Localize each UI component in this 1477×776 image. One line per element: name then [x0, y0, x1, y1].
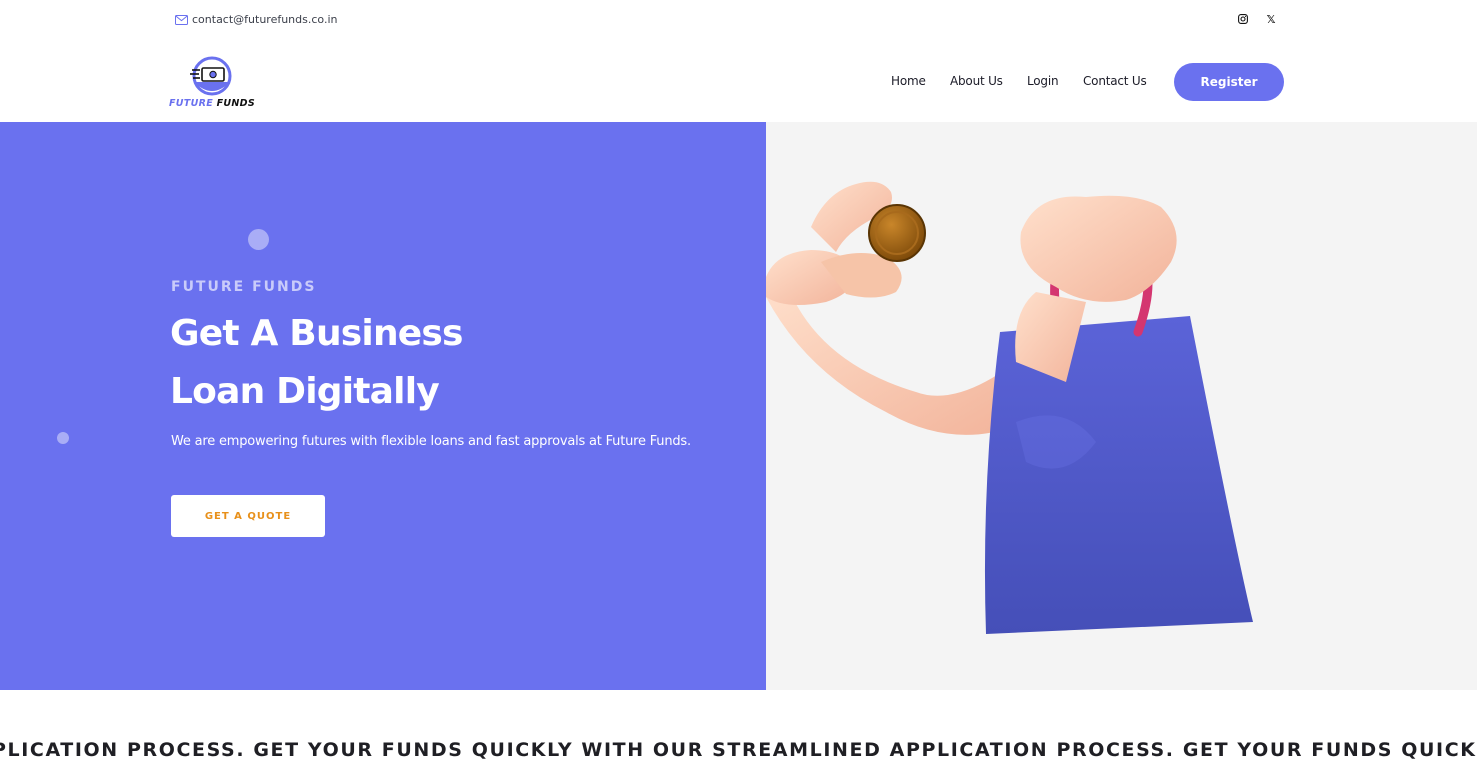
top-bar: contact@futurefunds.co.in 𝕏 — [0, 0, 1477, 41]
nav-link-about-us[interactable]: About Us — [950, 74, 1003, 88]
register-button[interactable]: Register — [1174, 63, 1284, 101]
instagram-icon[interactable] — [1236, 12, 1250, 26]
mail-icon — [175, 14, 188, 25]
hero-headline: Get A Business Loan Digitally — [170, 305, 590, 421]
hero-headline-line1: Get A Business — [170, 313, 463, 354]
hero-headline-line2: Loan Digitally — [170, 371, 440, 412]
contact-email-link[interactable]: contact@futurefunds.co.in — [175, 13, 337, 26]
decorative-dot — [57, 432, 69, 444]
main-navbar: FUTURE FUNDS Home About Us Login Contact… — [0, 41, 1477, 122]
decorative-dot — [248, 229, 269, 250]
nav-link-contact-us[interactable]: Contact Us — [1083, 74, 1147, 88]
logo-word-funds: FUNDS — [216, 98, 256, 109]
hero-content-panel: FUTURE FUNDS Get A Business Loan Digital… — [0, 122, 766, 690]
nav-link-login[interactable]: Login — [1027, 74, 1059, 88]
get-a-quote-button[interactable]: GET A QUOTE — [171, 495, 325, 537]
contact-email-text: contact@futurefunds.co.in — [192, 13, 338, 26]
hero-eyebrow: FUTURE FUNDS — [171, 279, 317, 295]
hero-image-panel — [766, 122, 1477, 690]
hero-subtext: We are empowering futures with flexible … — [171, 434, 691, 449]
nav-link-home[interactable]: Home — [891, 74, 926, 88]
logo-word-future: FUTURE — [169, 98, 214, 109]
logo-wordmark: FUTURE FUNDS — [169, 98, 255, 109]
hand-holding-coin-and-bag-illustration — [766, 181, 1253, 634]
x-icon[interactable]: 𝕏 — [1264, 12, 1278, 26]
marquee-text: PLICATION PROCESS. GET YOUR FUNDS QUICKL… — [0, 739, 1477, 761]
scrolling-marquee: PLICATION PROCESS. GET YOUR FUNDS QUICKL… — [0, 735, 1477, 767]
